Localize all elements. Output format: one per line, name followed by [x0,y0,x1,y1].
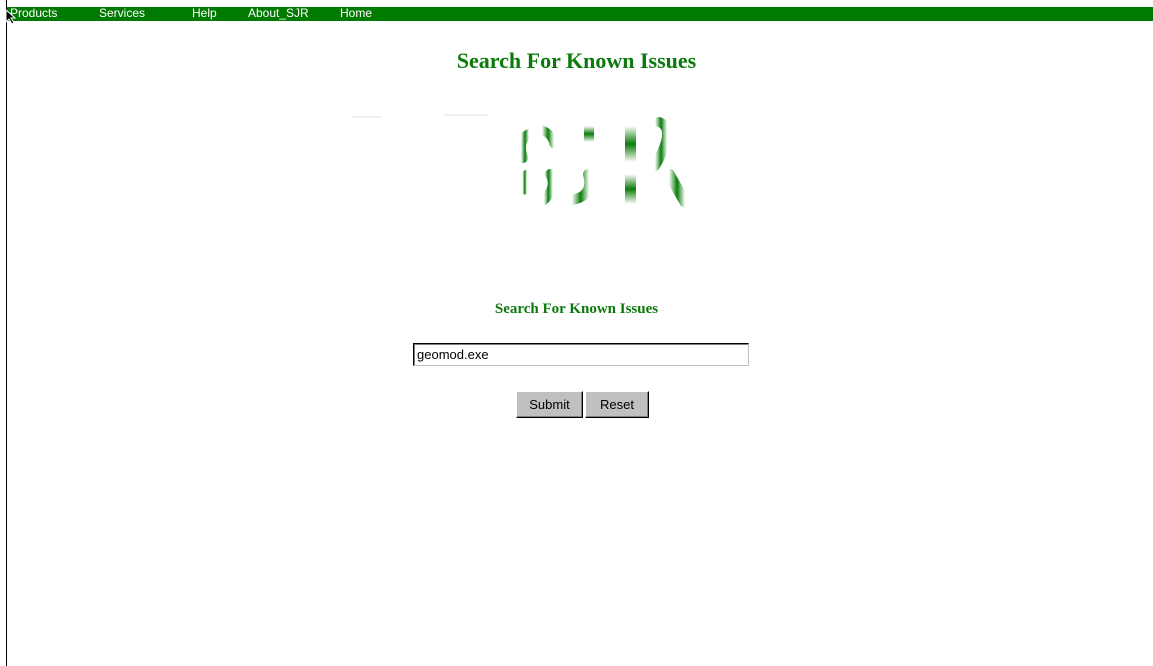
nav-item-help[interactable]: Help [192,6,217,20]
nav-item-services[interactable]: Services [99,6,145,20]
search-input[interactable] [413,343,749,366]
left-border [6,0,7,666]
top-navigation-bar: Products Services Help About_SJR Home [7,6,1153,21]
reset-button[interactable]: Reset [585,391,649,418]
submit-button[interactable]: Submit [516,391,583,418]
mouse-cursor-icon [5,9,17,25]
sjr-logo-icon [352,114,691,208]
search-heading: Search For Known Issues [494,301,659,317]
nav-item-about-sjr[interactable]: About_SJR [248,6,309,20]
nav-item-home[interactable]: Home [340,6,372,20]
page-title: Search For Known Issues [456,48,697,73]
